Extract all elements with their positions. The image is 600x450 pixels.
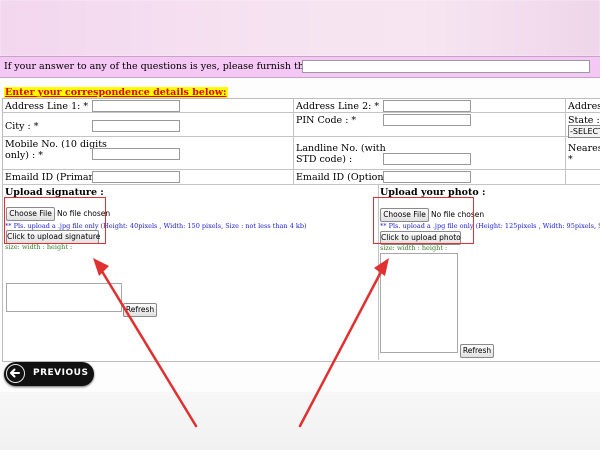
signature-arrow (98, 266, 198, 428)
annotation-arrows (93, 258, 389, 428)
photo-arrow (298, 266, 385, 428)
signature-arrow-head (93, 258, 109, 276)
photo-arrow-head (374, 258, 389, 276)
